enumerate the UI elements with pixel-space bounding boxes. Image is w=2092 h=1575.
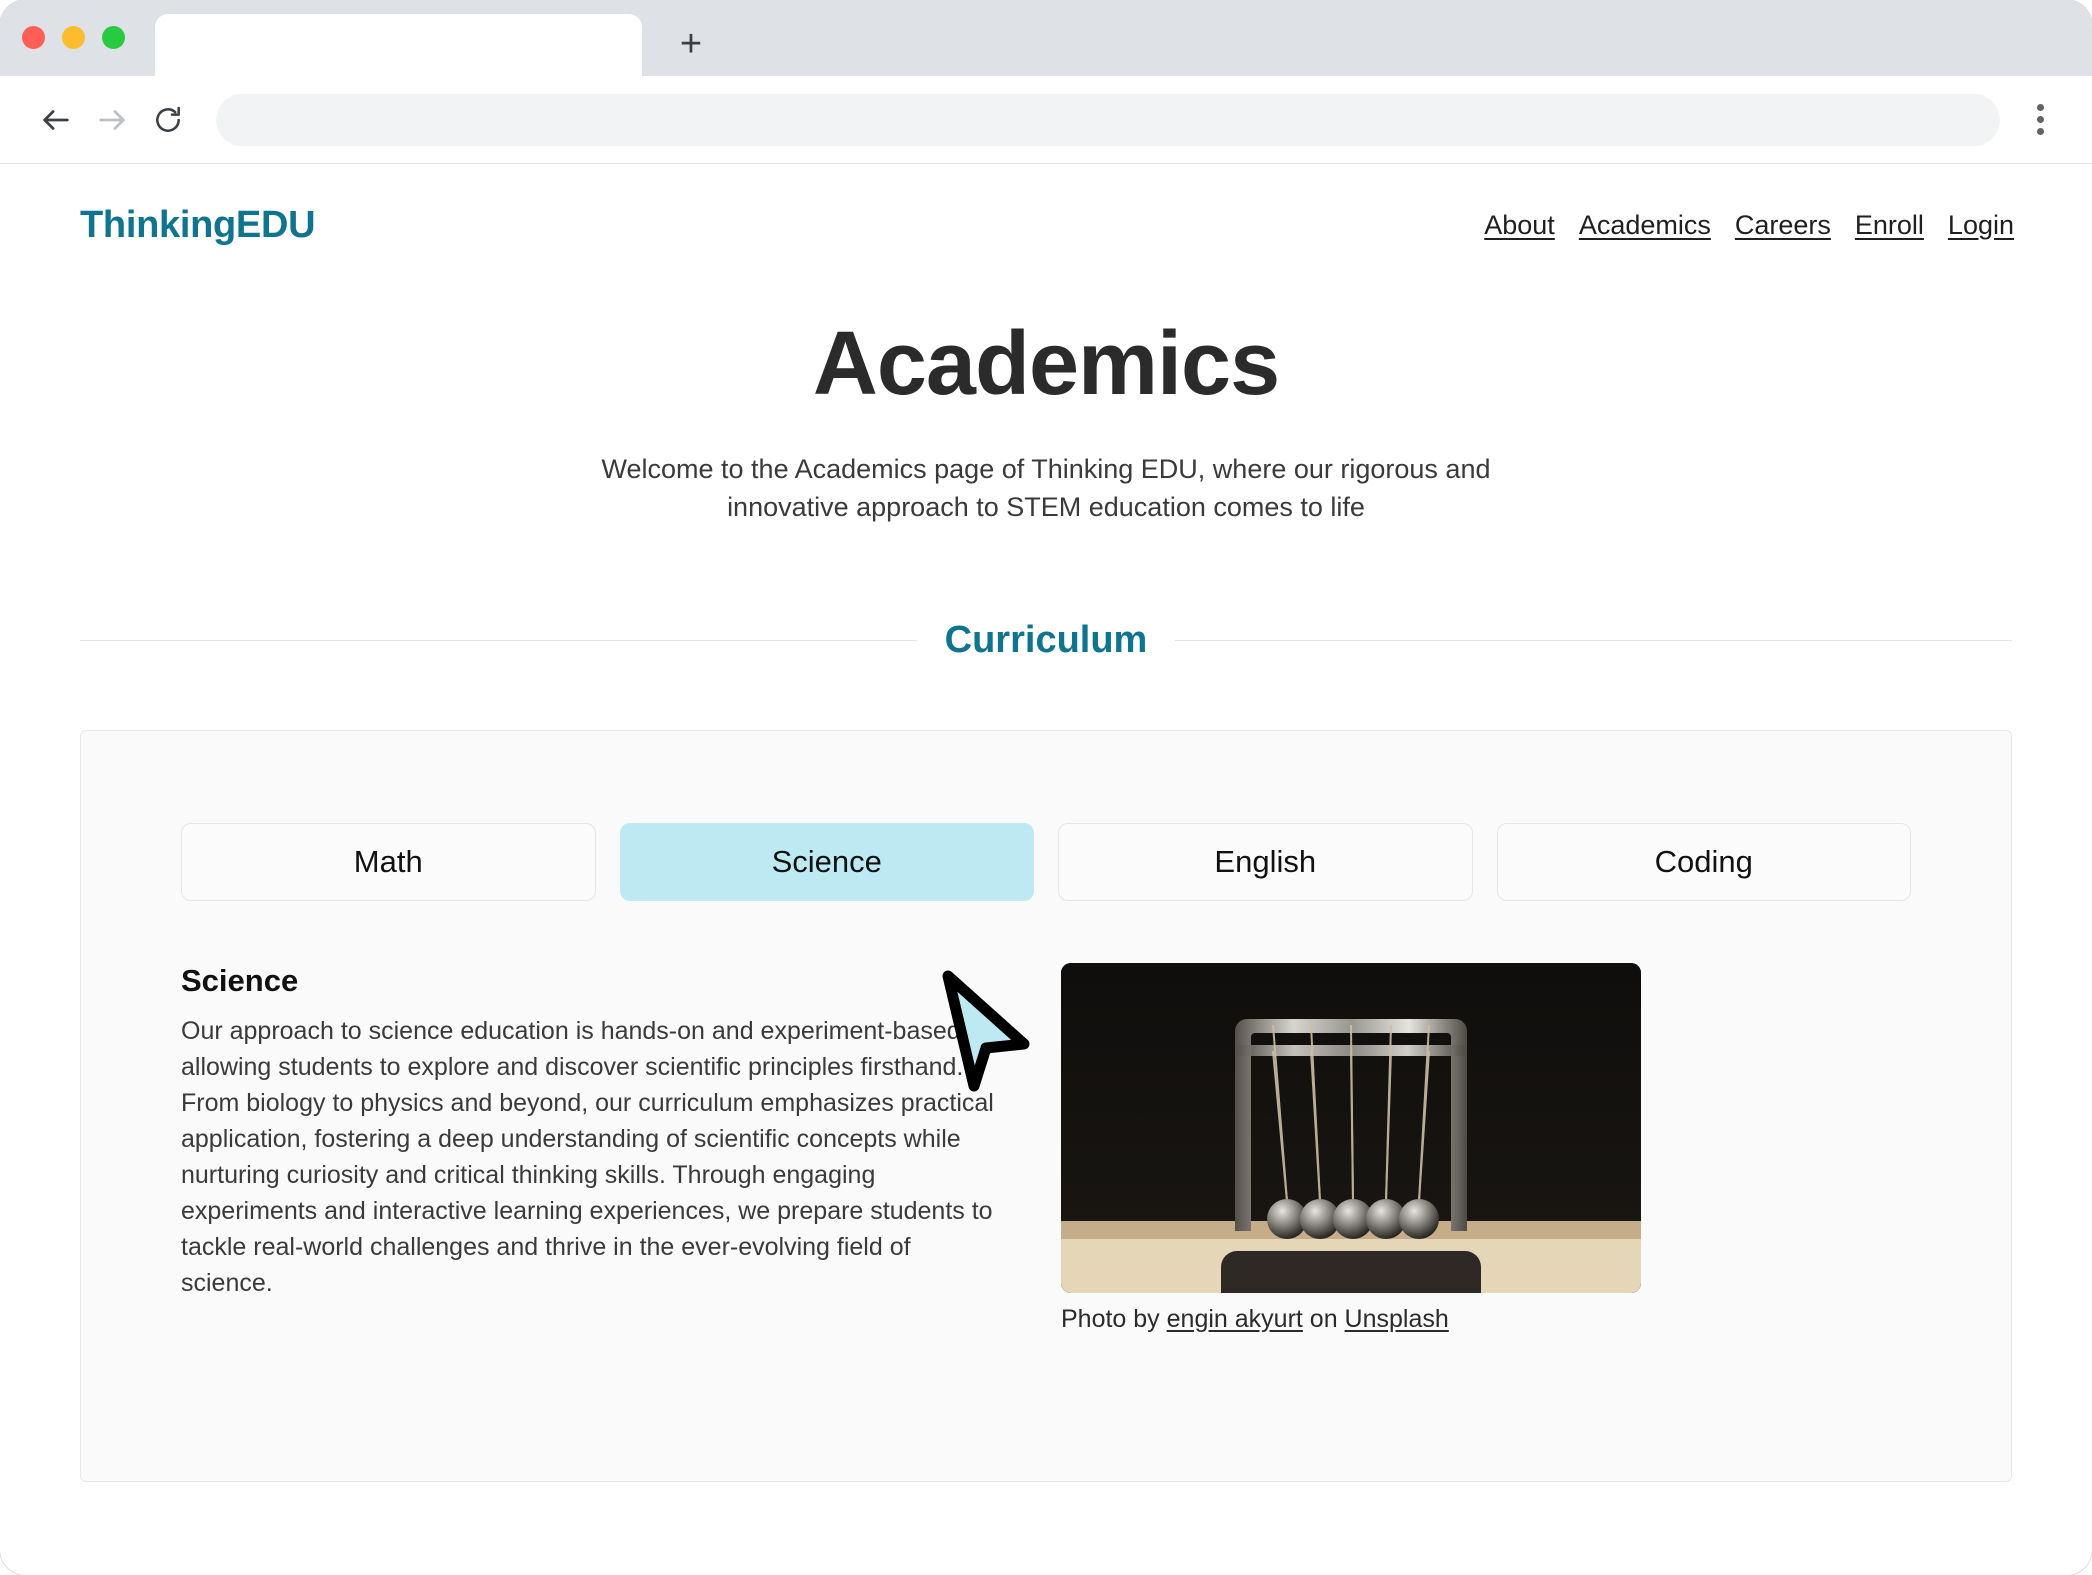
three-dot-menu-icon-dot [2036, 128, 2044, 135]
browser-tabstrip: + [0, 0, 2092, 76]
three-dot-menu-icon-dot [2036, 116, 2044, 123]
tab-science[interactable]: Science [619, 822, 1034, 901]
close-window-button[interactable] [22, 26, 45, 49]
screenshot-root: + ThinkingEDU About Academics Careers En… [0, 0, 2092, 1575]
forward-arrow-icon [95, 103, 129, 137]
curriculum-panel: Science Our approach to science educatio… [181, 962, 1911, 1334]
page-title: Academics [812, 314, 1280, 414]
newtons-cradle-photo [1061, 962, 1641, 1293]
photo-credit-source-link[interactable]: Unsplash [1345, 1305, 1449, 1333]
tab-english[interactable]: English [1058, 822, 1473, 901]
divider-line-left [80, 639, 917, 641]
tab-coding-label: Coding [1654, 843, 1753, 879]
page-content: ThinkingEDU About Academics Careers Enro… [0, 164, 2092, 1575]
newtons-cradle-illustration [1061, 962, 1641, 1293]
three-dot-menu-icon-dot [2036, 104, 2044, 111]
divider-line-right [1175, 639, 2013, 641]
tab-coding[interactable]: Coding [1496, 822, 1911, 901]
browser-toolbar [0, 76, 2092, 164]
nav-link-login[interactable]: Login [1948, 210, 2014, 241]
back-arrow-icon [39, 103, 73, 137]
minimize-window-button[interactable] [62, 26, 85, 49]
photo-credit-middle: on [1302, 1304, 1345, 1333]
back-button[interactable] [28, 92, 84, 148]
address-bar[interactable] [216, 93, 2000, 146]
tab-science-label: Science [771, 843, 882, 879]
panel-text-block: Science Our approach to science educatio… [181, 963, 1001, 1334]
nav-link-careers[interactable]: Careers [1735, 210, 1831, 241]
new-tab-button[interactable]: + [665, 18, 717, 70]
section-title-curriculum: Curriculum [944, 618, 1148, 661]
photo-credit-author-link[interactable]: engin akyurt [1167, 1305, 1303, 1333]
panel-media-block: Photo by engin akyurt on Unsplash [1061, 962, 1641, 1334]
nav-link-academics[interactable]: Academics [1579, 210, 1711, 241]
browser-menu-button[interactable] [2016, 92, 2064, 148]
page-subtitle: Welcome to the Academics page of Thinkin… [601, 454, 1491, 523]
photo-credit: Photo by engin akyurt on Unsplash [1061, 1305, 1641, 1334]
panel-heading: Science [181, 962, 299, 998]
plus-icon: + [679, 23, 703, 65]
browser-tab[interactable] [155, 14, 642, 76]
maximize-window-button[interactable] [102, 26, 125, 49]
forward-button[interactable] [84, 92, 140, 148]
hero-section: Academics Welcome to the Academics page … [0, 313, 2092, 527]
tab-math[interactable]: Math [181, 822, 596, 901]
site-logo[interactable]: ThinkingEDU [80, 204, 316, 247]
section-divider: Curriculum [80, 618, 2013, 662]
window-controls [22, 26, 125, 49]
site-header: ThinkingEDU About Academics Careers Enro… [0, 164, 2092, 247]
reload-button[interactable] [140, 92, 196, 148]
photo-credit-prefix: Photo by [1061, 1304, 1167, 1333]
tab-math-label: Math [353, 843, 423, 879]
curriculum-tabs: Math Science English Coding [181, 822, 1911, 901]
nav-link-about[interactable]: About [1484, 210, 1555, 241]
reload-icon [152, 104, 184, 136]
main-navigation: About Academics Careers Enroll Login [1484, 210, 2014, 241]
nav-link-enroll[interactable]: Enroll [1855, 210, 1924, 241]
curriculum-card: Math Science English Coding Science Our … [80, 729, 2012, 1482]
browser-window: + ThinkingEDU About Academics Careers En… [0, 0, 2092, 1575]
tab-english-label: English [1214, 843, 1317, 879]
panel-body: Our approach to science education is han… [181, 1016, 994, 1297]
